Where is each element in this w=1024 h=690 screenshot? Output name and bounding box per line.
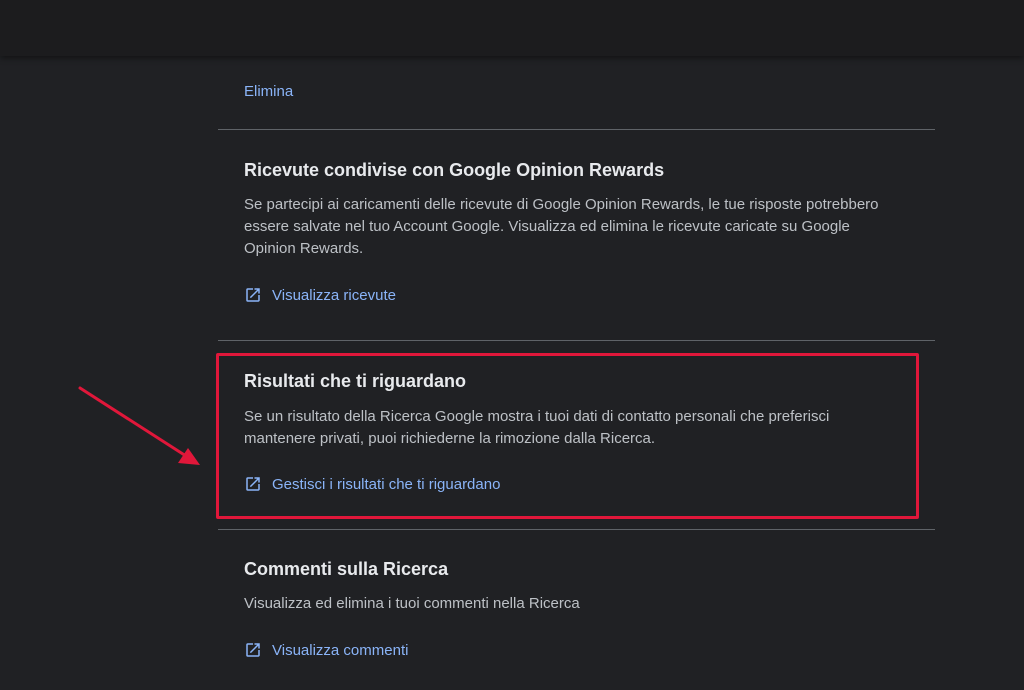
activity-controls-list: Elimina Ricevute condivise con Google Op… [218,56,935,690]
previous-section-footer: Elimina [218,56,935,129]
top-app-bar [0,0,1024,56]
section-title: Ricevute condivise con Google Opinion Re… [244,160,665,180]
open-in-new-icon [246,477,260,491]
delete-link[interactable]: Elimina [244,83,293,100]
open-in-new-icon [246,288,260,302]
section-search-comments: Commenti sulla Ricerca Visualizza ed eli… [218,530,935,690]
view-receipts-label: Visualizza ricevute [272,286,396,304]
section-results-about-you: Risultati che ti riguardano Se un risult… [218,341,935,529]
manage-results-label: Gestisci i risultati che ti riguardano [272,475,501,493]
section-title: Commenti sulla Ricerca [244,559,449,579]
open-in-new-icon [246,643,260,657]
section-opinion-rewards-receipts: Ricevute condivise con Google Opinion Re… [218,130,935,340]
section-title: Risultati che ti riguardano [244,371,467,391]
section-description: Se un risultato della Ricerca Google mos… [244,408,830,447]
view-comments-label: Visualizza commenti [272,641,409,659]
view-comments-link[interactable]: Visualizza commenti [244,641,895,659]
view-receipts-link[interactable]: Visualizza ricevute [244,286,895,304]
section-description: Visualizza ed elimina i tuoi commenti ne… [244,595,580,612]
manage-results-about-you-link[interactable]: Gestisci i risultati che ti riguardano [244,475,895,493]
section-description: Se partecipi ai caricamenti delle ricevu… [244,196,879,257]
